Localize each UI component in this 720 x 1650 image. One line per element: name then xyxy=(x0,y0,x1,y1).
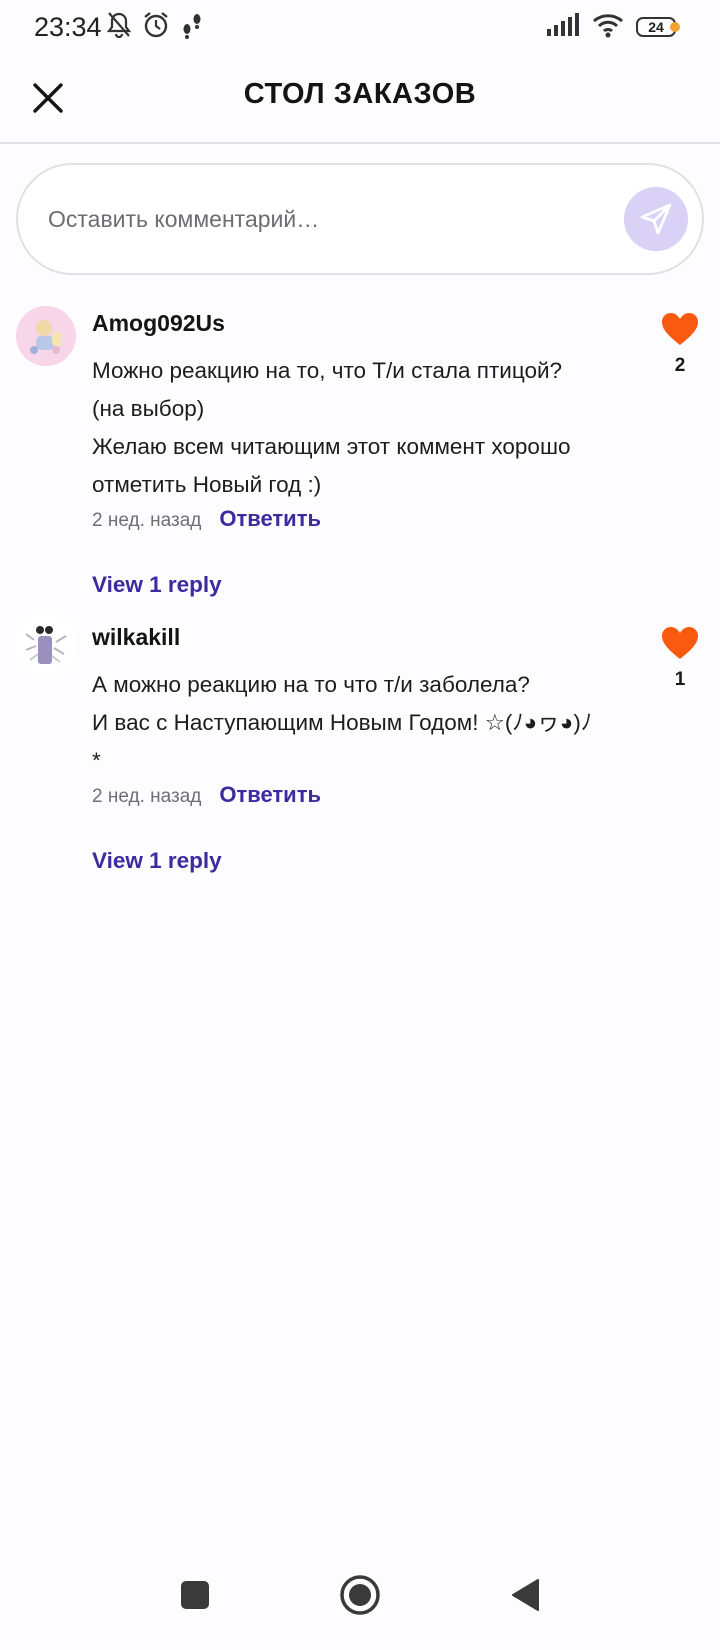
wifi-icon xyxy=(592,12,624,43)
send-button[interactable] xyxy=(624,187,688,251)
status-bar: 23:34 24 xyxy=(0,0,720,52)
back-button[interactable] xyxy=(500,1570,550,1620)
alarm-icon xyxy=(142,11,170,44)
heart-icon xyxy=(662,313,698,345)
avatar[interactable] xyxy=(16,614,76,674)
comment-box xyxy=(16,163,704,275)
page-title: СТОЛ ЗАКАЗОВ xyxy=(243,78,477,110)
home-button[interactable] xyxy=(335,1570,385,1620)
comment-meta: 2 нед. назад Ответить xyxy=(92,782,321,808)
like-button[interactable]: 1 xyxy=(660,626,700,691)
view-replies-link[interactable]: View 1 reply xyxy=(92,848,222,874)
comment-time: 2 нед. назад xyxy=(92,786,202,807)
avatar[interactable] xyxy=(16,306,76,366)
like-count: 1 xyxy=(674,669,686,690)
comment-item: wilkakill А можно реакцию на то что т/и … xyxy=(0,614,720,894)
comment-text: А можно реакцию на то что т/и заболела? … xyxy=(92,672,593,773)
reply-button[interactable]: Ответить xyxy=(219,782,321,808)
reply-button[interactable]: Ответить xyxy=(219,506,321,532)
status-left-icons xyxy=(106,11,204,44)
status-time: 23:34 xyxy=(34,12,102,42)
recents-button[interactable] xyxy=(170,1570,220,1620)
footsteps-icon xyxy=(180,11,204,44)
nav-bar xyxy=(0,1540,720,1650)
comment-item: Amog092Us Можно реакцию на то, что Т/и с… xyxy=(0,300,720,597)
comment-text: Можно реакцию на то, что Т/и стала птицо… xyxy=(92,358,571,497)
signal-icon xyxy=(546,12,580,42)
send-icon xyxy=(640,203,672,235)
comment-username[interactable]: Amog092Us xyxy=(92,310,225,337)
home-icon xyxy=(340,1575,380,1615)
back-icon xyxy=(512,1579,539,1611)
comment-meta: 2 нед. назад Ответить xyxy=(92,506,321,532)
battery-level: 24 xyxy=(648,19,664,35)
battery-icon: 24 xyxy=(636,17,680,37)
heart-icon xyxy=(662,627,698,659)
recents-icon xyxy=(181,1581,209,1609)
view-replies-link[interactable]: View 1 reply xyxy=(92,572,222,598)
comment-input[interactable] xyxy=(48,195,608,243)
header: СТОЛ ЗАКАЗОВ xyxy=(0,52,720,144)
bell-off-icon xyxy=(106,11,132,44)
status-right-icons: 24 xyxy=(546,12,680,43)
like-count: 2 xyxy=(674,355,686,376)
comment-time: 2 нед. назад xyxy=(92,510,202,531)
like-button[interactable]: 2 xyxy=(660,312,700,377)
comment-username[interactable]: wilkakill xyxy=(92,624,180,651)
